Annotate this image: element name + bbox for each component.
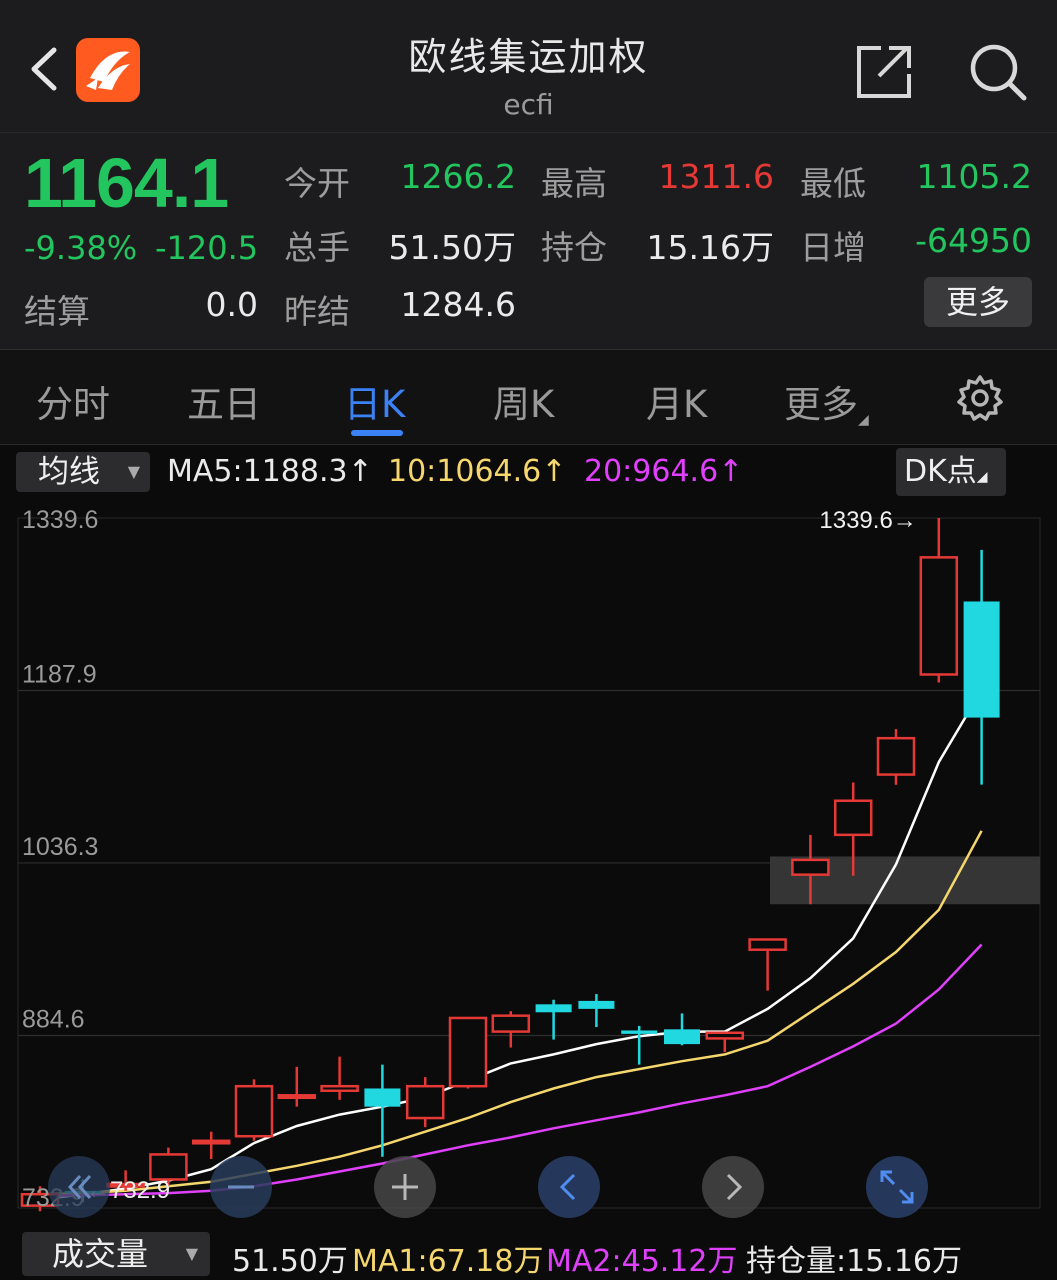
fullscreen-button[interactable]	[866, 1156, 928, 1218]
tab-more[interactable]: 更多◢	[784, 374, 869, 428]
volume-readout: 51.50万	[232, 1244, 348, 1279]
quote-panel: 1164.1 -9.38% -120.5 今开 1266.2 最高 1311.6…	[0, 133, 1057, 350]
indicator-selector-label: 均线	[38, 454, 100, 490]
ma10-readout: 10:1064.6↑	[388, 454, 567, 489]
candle-body	[364, 1088, 401, 1107]
double-chevron-left-icon	[67, 1174, 92, 1200]
tab-more-label: 更多	[784, 383, 858, 426]
candle-body	[705, 1031, 745, 1040]
ma20-readout: 20:964.6↑	[584, 454, 744, 489]
last-price: 1164.1	[24, 144, 229, 222]
open-interest-readout: 持仓量:15.16万	[746, 1244, 962, 1279]
share-icon[interactable]	[855, 44, 913, 100]
settle-label: 结算	[24, 292, 90, 331]
tab-five-day[interactable]: 五日	[187, 374, 261, 428]
candle-body	[448, 1016, 488, 1088]
candle-body	[664, 1029, 700, 1045]
change-percent: -9.38%	[24, 229, 138, 267]
tab-intraday[interactable]: 分时	[36, 374, 110, 428]
expand-icon	[880, 1170, 914, 1204]
minus-icon	[228, 1185, 254, 1189]
candle-body	[833, 799, 873, 837]
open-label: 今开	[284, 164, 350, 203]
chevron-left-icon	[559, 1173, 576, 1201]
change-amount: -120.5	[155, 229, 259, 267]
low-label: 最低	[800, 164, 866, 203]
volume-selector-label: 成交量	[52, 1235, 149, 1273]
dropdown-corner-icon: ◢	[858, 412, 869, 428]
candle-body	[876, 736, 916, 776]
dk-point-label: DK点	[904, 454, 977, 489]
chevron-right-icon	[726, 1173, 743, 1201]
volume-indicator-selector[interactable]: 成交量 ▼	[22, 1232, 210, 1276]
zoom-in-button[interactable]	[374, 1156, 436, 1218]
candle-body	[277, 1094, 317, 1100]
daily-increase-value: -64950	[915, 221, 1032, 260]
scroll-left-end-button[interactable]	[48, 1156, 110, 1218]
candlestick-chart[interactable]: 1339.61187.91036.3884.61339.6→←732.9732.…	[0, 499, 1057, 1228]
ma-line-ma5	[39, 689, 983, 1202]
zoom-out-button[interactable]	[210, 1156, 272, 1218]
high-label: 最高	[541, 164, 607, 203]
high-value: 1311.6	[658, 157, 774, 196]
open-interest-label: 持仓	[541, 228, 607, 267]
candle-body	[234, 1084, 274, 1138]
prev-settle-value: 1284.6	[400, 285, 516, 324]
candle-body	[919, 556, 959, 676]
volume-ma1-readout: MA1:67.18万	[352, 1244, 544, 1279]
candle-body	[405, 1084, 445, 1120]
open-interest-value: 15.16万	[646, 228, 774, 267]
volume-label: 总手	[284, 228, 350, 267]
tab-monthly-k[interactable]: 月K	[646, 374, 707, 428]
settle-value: 0.0	[205, 285, 258, 324]
search-icon[interactable]	[968, 42, 1028, 102]
y-tick-label: 1339.6	[22, 506, 98, 534]
indicator-selector[interactable]: 均线 ▼	[16, 452, 150, 492]
y-tick-label: 1187.9	[22, 661, 97, 689]
candle-body	[149, 1153, 188, 1181]
candle-body	[491, 1014, 531, 1033]
candle-body	[963, 601, 1000, 718]
candle-body	[748, 938, 787, 951]
candle-body	[621, 1030, 658, 1034]
active-tab-indicator	[351, 430, 403, 436]
candle-body	[535, 1004, 572, 1013]
open-value: 1266.2	[400, 157, 516, 196]
scroll-left-button[interactable]	[538, 1156, 600, 1218]
candle-body	[320, 1084, 359, 1092]
dk-point-button[interactable]: DK点◢	[896, 448, 1006, 496]
prev-settle-label: 昨结	[284, 292, 350, 331]
daily-increase-label: 日增	[800, 228, 866, 267]
volume-value: 51.50万	[388, 228, 516, 267]
volume-ma2-readout: MA2:45.12万	[546, 1244, 738, 1279]
plus-icon	[392, 1174, 418, 1200]
tab-weekly-k[interactable]: 周K	[493, 374, 554, 428]
candle-body	[578, 1000, 615, 1009]
candle-body	[191, 1139, 231, 1145]
settings-gear-icon[interactable]	[956, 374, 1004, 422]
top-bar: 欧线集运加权 ecfi	[0, 0, 1057, 133]
period-tabs: 分时 五日 日K 周K 月K 更多◢	[0, 350, 1057, 445]
candle-body	[791, 858, 830, 876]
dropdown-arrow-icon: ▼	[185, 1244, 198, 1263]
max-price-label: 1339.6→	[819, 507, 916, 534]
low-value: 1105.2	[916, 157, 1032, 196]
y-tick-label: 884.6	[22, 1005, 85, 1033]
ma5-readout: MA5:1188.3↑	[167, 454, 373, 489]
more-button[interactable]: 更多	[924, 277, 1032, 327]
y-tick-label: 1036.3	[22, 833, 98, 861]
tab-daily-k[interactable]: 日K	[344, 374, 405, 428]
scroll-right-button[interactable]	[702, 1156, 764, 1218]
dropdown-corner-icon: ◢	[976, 469, 988, 485]
dropdown-arrow-icon: ▼	[127, 462, 140, 481]
